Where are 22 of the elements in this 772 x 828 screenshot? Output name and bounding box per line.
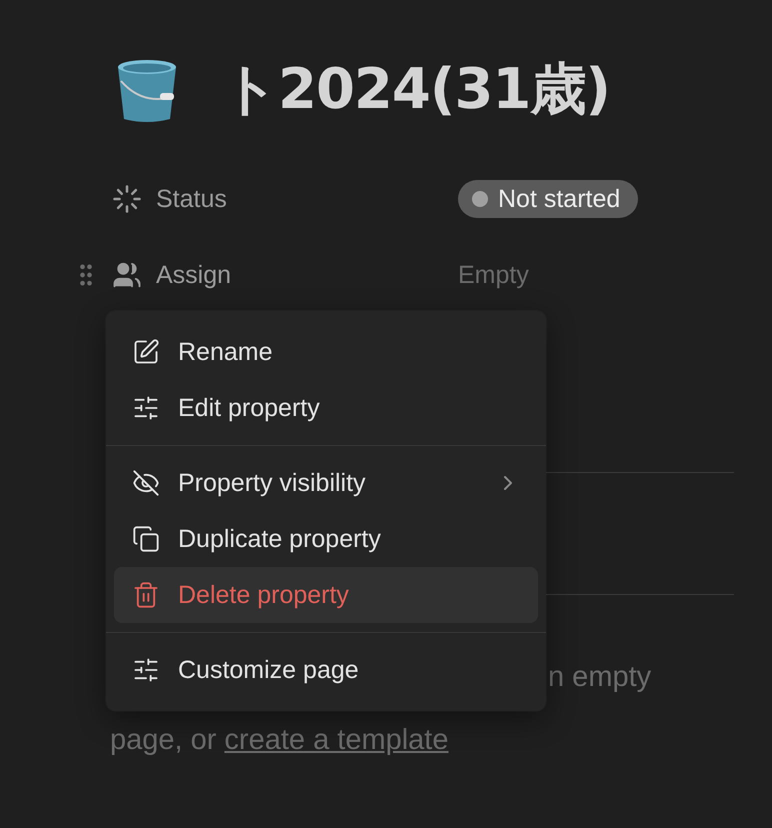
edit-icon — [132, 338, 160, 366]
sliders-icon — [132, 656, 160, 684]
menu-item[interactable]: Duplicate property — [114, 511, 538, 567]
loader-icon — [112, 184, 142, 214]
body-text: n empty — [548, 661, 652, 694]
body-text: page, or — [110, 724, 216, 757]
template-link[interactable]: create a template — [224, 724, 448, 757]
menu-item[interactable]: Property visibility — [114, 455, 538, 511]
property-value[interactable]: Empty — [458, 260, 529, 290]
menu-item[interactable]: Delete property — [114, 567, 538, 623]
status-tag[interactable]: Not started — [458, 180, 638, 218]
sliders-icon — [132, 394, 160, 422]
property-name[interactable]: Status — [156, 184, 227, 214]
eye-off-icon — [132, 469, 160, 497]
menu-item[interactable]: Customize page — [114, 642, 538, 698]
copy-icon — [132, 525, 160, 553]
page-title: ト2024(31歳) — [222, 56, 610, 124]
menu-item[interactable]: Rename — [114, 324, 538, 380]
trash-icon — [132, 581, 160, 609]
menu-item[interactable]: Edit property — [114, 380, 538, 436]
property-name[interactable]: Assign — [156, 260, 232, 290]
people-icon — [112, 260, 142, 290]
